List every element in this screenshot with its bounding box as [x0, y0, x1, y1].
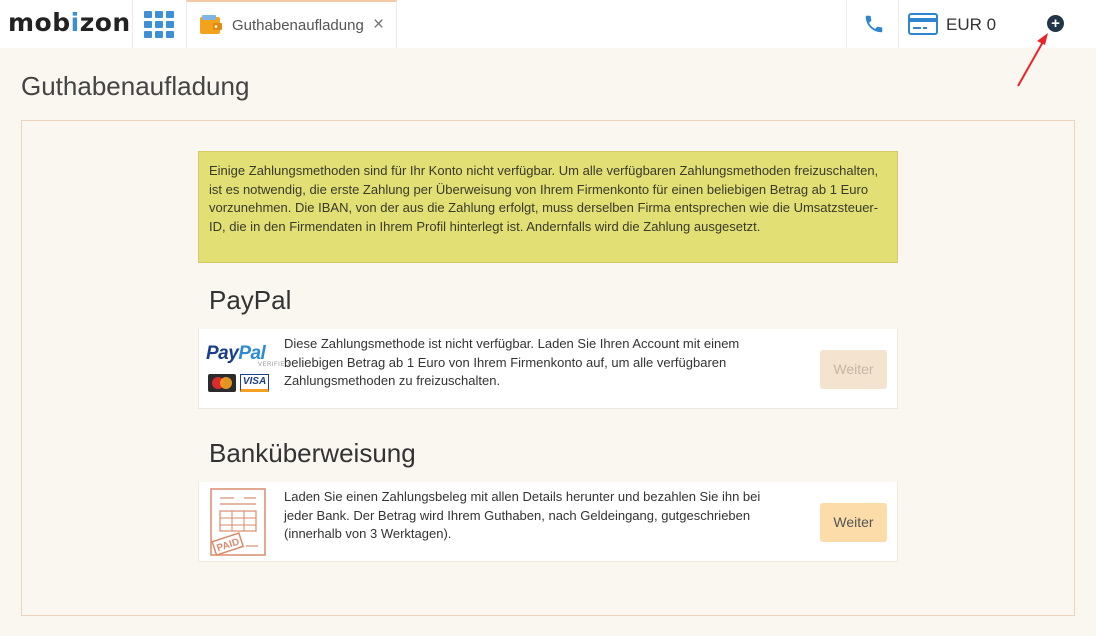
- credit-card-icon: [908, 13, 938, 35]
- method-title: PayPal: [209, 285, 292, 315]
- method-description: Laden Sie einen Zahlungsbeleg mit allen …: [284, 489, 761, 541]
- wallet-icon: [200, 15, 222, 34]
- top-bar: mobizon Guthabenaufladung × EUR 0 +: [0, 0, 1096, 48]
- divider: [898, 0, 899, 48]
- method-description: Diese Zahlungsmethode ist nicht verfügba…: [284, 336, 740, 388]
- notice-box: Einige Zahlungsmethoden sind für Ihr Kon…: [198, 151, 898, 263]
- tab-label: Guthabenaufladung: [232, 17, 364, 34]
- mobizon-logo[interactable]: mobizon: [8, 8, 131, 37]
- mastercard-icon: [208, 374, 236, 392]
- method-body: PayPal VERIFIED VISA Diese Zahlungsmetho…: [198, 329, 898, 409]
- method-body: PAID Laden Sie einen Zahlungsbeleg mit a…: [198, 482, 898, 562]
- payment-method-bank-transfer: Banküberweisung PAID Laden Sie einen Zah…: [198, 422, 898, 562]
- method-title: Banküberweisung: [209, 438, 416, 468]
- bank-transfer-continue-button[interactable]: Weiter: [820, 503, 887, 542]
- visa-icon: VISA: [240, 374, 269, 392]
- invoice-icon: PAID: [210, 488, 266, 556]
- phone-icon[interactable]: [863, 12, 885, 36]
- page-title: Guthabenaufladung: [21, 71, 250, 101]
- paypal-logo: PayPal VERIFIED VISA: [206, 343, 289, 392]
- paypal-continue-button[interactable]: Weiter: [820, 350, 887, 389]
- notice-text: Einige Zahlungsmethoden sind für Ihr Kon…: [209, 163, 879, 234]
- annotation-arrow: [1017, 33, 1048, 87]
- tab-guthabenaufladung[interactable]: Guthabenaufladung ×: [186, 0, 397, 48]
- divider: [846, 0, 847, 48]
- close-tab-icon[interactable]: ×: [373, 14, 384, 36]
- payment-method-paypal: PayPal PayPal VERIFIED VISA Diese Zahlun…: [198, 269, 898, 409]
- balance-display[interactable]: EUR 0: [946, 15, 996, 35]
- divider: [132, 0, 133, 48]
- apps-grid-icon[interactable]: [144, 11, 174, 38]
